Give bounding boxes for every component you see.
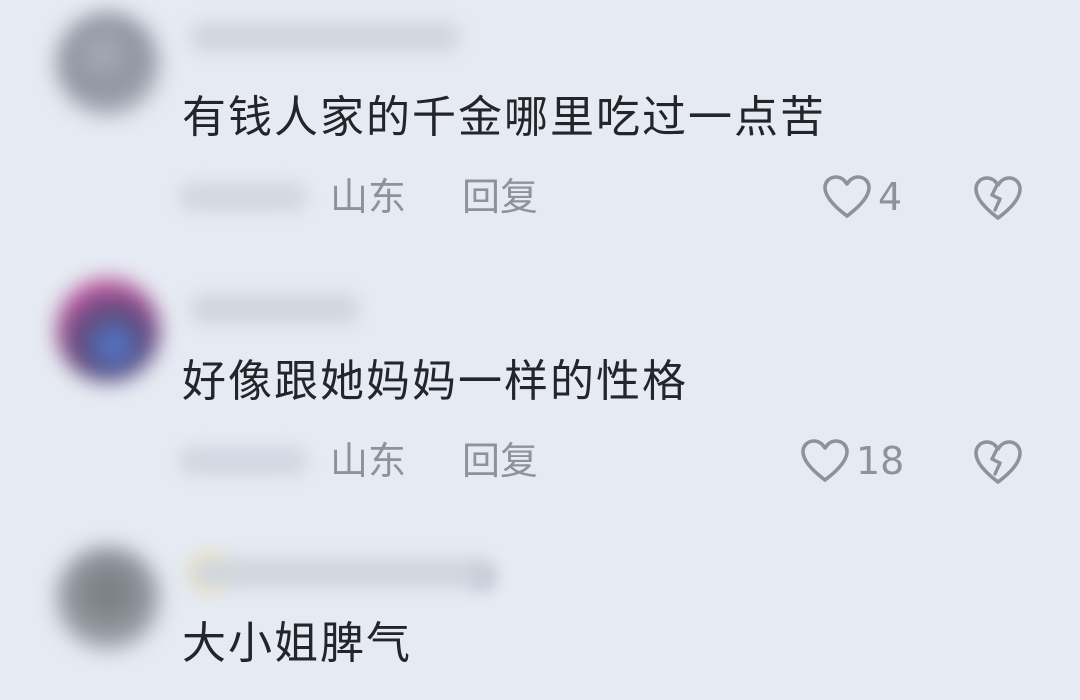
comment-item: 好像跟她妈妈一样的性格 山东 回复 18: [0, 262, 1080, 528]
comment-meta: 山东 回复 4: [0, 166, 1080, 226]
like-count: 18: [856, 439, 905, 483]
user-level-icon: [468, 562, 498, 592]
reply-button[interactable]: 回复: [462, 172, 538, 222]
like-button[interactable]: 4: [822, 172, 902, 222]
location-label: 山东: [330, 175, 407, 219]
comment-feed: 有钱人家的千金哪里吃过一点苦 山东 回复 4 好像跟她妈妈一样的性格 山东 回复…: [0, 0, 1080, 700]
comment-item: 大小姐脾气: [0, 528, 1080, 700]
like-count: 4: [878, 175, 903, 219]
comment-item: 有钱人家的千金哪里吃过一点苦 山东 回复 4: [0, 0, 1080, 262]
username-blurred[interactable]: [190, 558, 490, 588]
comment-text: 大小姐脾气: [182, 618, 412, 669]
avatar[interactable]: [56, 12, 160, 116]
like-button[interactable]: 18: [800, 436, 904, 486]
broken-heart-icon: [972, 174, 1024, 222]
avatar[interactable]: [56, 278, 160, 382]
username-blurred[interactable]: [190, 294, 360, 324]
broken-heart-icon: [972, 438, 1024, 486]
dislike-button[interactable]: [972, 438, 1024, 486]
comment-text: 有钱人家的千金哪里吃过一点苦: [182, 92, 826, 143]
reply-button[interactable]: 回复: [462, 436, 538, 486]
heart-outline-icon: [822, 174, 872, 220]
dislike-button[interactable]: [972, 174, 1024, 222]
heart-outline-icon: [800, 438, 850, 484]
avatar[interactable]: [56, 546, 160, 650]
timestamp-blurred: [178, 182, 308, 212]
comment-meta: 山东 回复 18: [0, 430, 1080, 490]
username-blurred[interactable]: [190, 22, 460, 52]
location-label: 山东: [330, 439, 407, 483]
comment-text: 好像跟她妈妈一样的性格: [182, 356, 688, 407]
timestamp-blurred: [178, 446, 308, 476]
